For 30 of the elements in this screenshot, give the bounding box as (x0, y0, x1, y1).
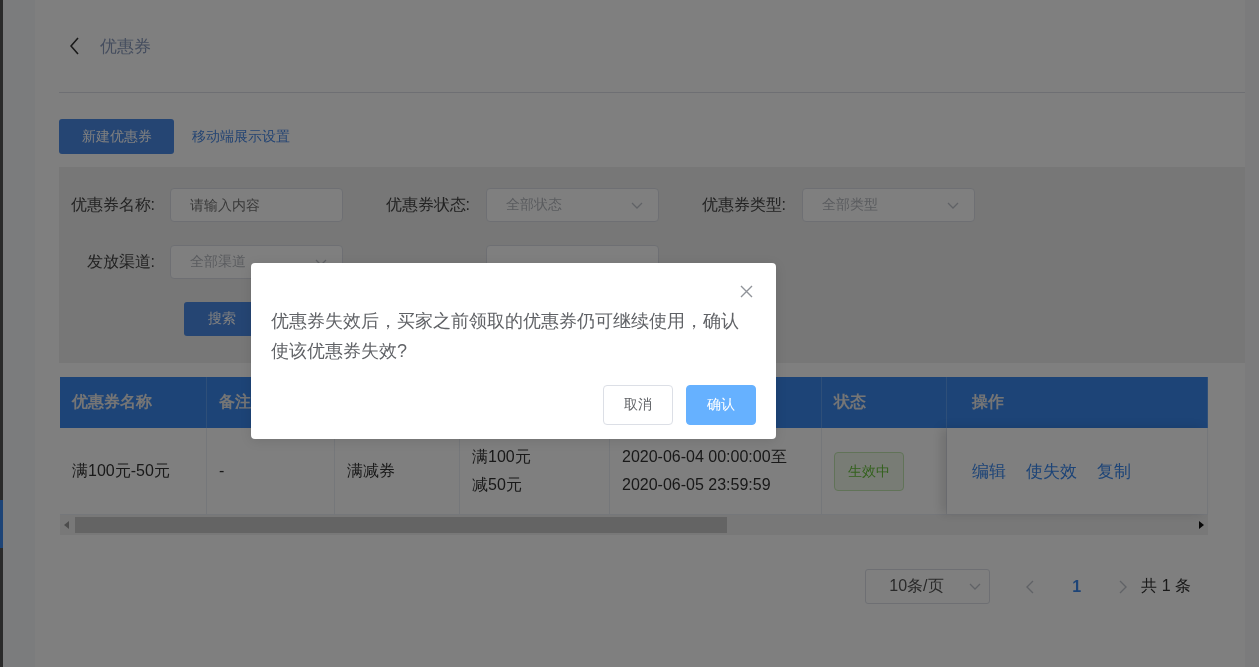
row-action-link[interactable]: 使失效 (1026, 459, 1077, 483)
table-cell-text: 满减券 (347, 461, 395, 481)
confirm-button[interactable]: 确认 (686, 385, 756, 425)
active-nav-marker (0, 500, 3, 548)
scroll-right-icon[interactable] (1199, 521, 1204, 529)
filter-label: 优惠券状态: (384, 195, 471, 215)
table-cell-text: - (219, 461, 225, 481)
next-page-icon[interactable] (1119, 579, 1128, 594)
total-count: 共 1 条 (1141, 576, 1191, 596)
filter-label: 优惠券类型: (700, 195, 787, 215)
dialog-message: 优惠券失效后，买家之前领取的优惠券仍可继续使用，确认使该优惠券失效? (271, 310, 740, 363)
filter-input-field[interactable]: 请输入内容 (170, 188, 343, 222)
table-cell-text: 满100元 减50元 (472, 447, 531, 495)
page-title: 优惠券 (100, 35, 151, 58)
page-size-select[interactable]: 10条/页 (865, 569, 991, 604)
scroll-left-icon[interactable] (64, 521, 69, 529)
new-coupon-button[interactable]: 新建优惠券 (59, 119, 174, 154)
status-tag: 生效中 (834, 451, 904, 491)
row-action-link[interactable]: 复制 (1097, 459, 1131, 483)
prev-page-icon[interactable] (1026, 579, 1035, 594)
close-icon[interactable] (740, 285, 753, 298)
page-number[interactable]: 1 (1072, 577, 1082, 596)
table-cell-text: 2020-06-04 00:00:00至 2020-06-05 23:59:59 (622, 447, 787, 495)
mobile-display-settings-link[interactable]: 移动端展示设置 (192, 127, 290, 146)
filter-label: 优惠券名称: (69, 195, 156, 215)
back-icon[interactable] (70, 37, 80, 55)
filter-label: 发放渠道: (85, 252, 156, 272)
row-action-link[interactable]: 编辑 (972, 459, 1006, 483)
table-cell-text: 满100元-50元 (72, 461, 170, 481)
cancel-button[interactable]: 取消 (603, 385, 673, 425)
